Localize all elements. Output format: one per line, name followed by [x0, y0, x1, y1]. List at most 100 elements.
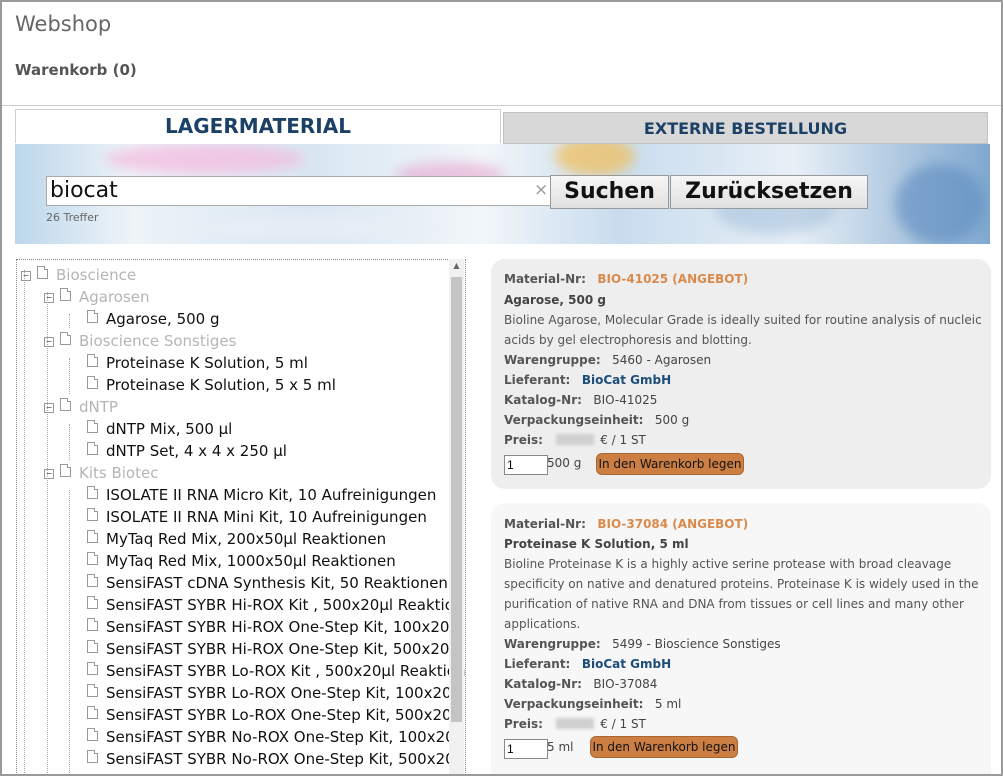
tree-item[interactable]: ISOLATE II RNA Micro Kit, 10 Aufreinigun…: [87, 484, 436, 506]
add-to-cart-button[interactable]: In den Warenkorb legen: [596, 453, 744, 475]
banner-decoration: [555, 144, 635, 176]
document-icon: [87, 552, 98, 565]
tree-item-label: MyTaq Red Mix, 1000x50µl Reaktionen: [106, 552, 396, 570]
quantity-input[interactable]: [504, 739, 548, 759]
tree-item[interactable]: SensiFAST SYBR Lo-ROX One-Step Kit, 500x…: [87, 704, 461, 726]
folder-icon: [60, 398, 71, 411]
collapse-icon[interactable]: −: [44, 402, 54, 413]
folder-icon: [37, 266, 48, 279]
material-nr-value[interactable]: BIO-41025 (ANGEBOT): [597, 272, 748, 286]
quantity-input[interactable]: [504, 455, 548, 475]
tree-item[interactable]: SensiFAST SYBR Hi-ROX One-Step Kit, 500x…: [87, 638, 459, 660]
cart-link[interactable]: Warenkorb (0): [15, 61, 137, 79]
tree-node-bioscience-sonstiges[interactable]: − Bioscience Sonstiges: [44, 330, 236, 352]
tree-node-dntp[interactable]: − dNTP: [44, 396, 118, 418]
material-nr-label: Material-Nr:: [504, 517, 586, 531]
search-input[interactable]: [46, 176, 551, 206]
product-card: Material-Nr: BIO-41025 (ANGEBOT) Agarose…: [491, 259, 991, 489]
description-line: specificity on native and denatured prot…: [504, 577, 979, 591]
collapse-icon[interactable]: −: [44, 468, 54, 479]
tree-item-label: SensiFAST SYBR Hi-ROX Kit , 500x20µl Rea…: [106, 596, 464, 614]
tree-item-label: SensiFAST SYBR Hi-ROX One-Step Kit, 500x…: [106, 640, 459, 658]
reset-button[interactable]: Zurücksetzen: [670, 175, 868, 209]
tree-scrollbar[interactable]: ▲: [449, 259, 464, 774]
warengruppe-label: Warengruppe:: [504, 353, 601, 367]
tree-item-label: ISOLATE II RNA Mini Kit, 10 Aufreinigung…: [106, 508, 427, 526]
banner-decoration: [205, 214, 425, 242]
tree-item[interactable]: ISOLATE II RNA Mini Kit, 10 Aufreinigung…: [87, 506, 427, 528]
document-icon: [87, 596, 98, 609]
tree-item[interactable]: dNTP Set, 4 x 4 x 250 µl: [87, 440, 287, 462]
verpackung-row: Verpackungseinheit: 500 g: [504, 410, 689, 430]
collapse-icon[interactable]: −: [44, 292, 54, 303]
scroll-up-arrow-icon[interactable]: ▲: [449, 259, 464, 273]
warengruppe-row: Warengruppe: 5499 - Bioscience Sonstiges: [504, 634, 781, 654]
tab-lagermaterial[interactable]: LAGERMATERIAL: [15, 109, 501, 143]
lieferant-row: Lieferant: BioCat GmbH: [504, 370, 671, 390]
lieferant-label: Lieferant:: [504, 373, 571, 387]
banner-decoration: [895, 164, 985, 244]
document-icon: [87, 376, 98, 389]
tree-item[interactable]: Proteinase K Solution, 5 ml: [87, 352, 308, 374]
tree-item[interactable]: Agarose, 500 g: [87, 308, 220, 330]
preis-label: Preis:: [504, 717, 543, 731]
document-icon: [87, 310, 98, 323]
document-icon: [87, 728, 98, 741]
tree-item[interactable]: Proteinase K Solution, 5 x 5 ml: [87, 374, 336, 396]
lieferant-value[interactable]: BioCat GmbH: [582, 657, 671, 671]
tree-item-label: Proteinase K Solution, 5 x 5 ml: [106, 376, 336, 394]
tree-guide-line: [47, 292, 48, 774]
katalog-nr-label: Katalog-Nr:: [504, 393, 582, 407]
product-card: Material-Nr: BIO-37084 (ANGEBOT) Protein…: [491, 503, 991, 774]
tree-item[interactable]: SensiFAST SYBR Lo-ROX Kit , 500x20µl Rea…: [87, 660, 466, 682]
tree-node-bioscience[interactable]: − Bioscience: [21, 264, 136, 286]
product-name: Proteinase K Solution, 5 ml: [504, 537, 689, 551]
tree-guide-line: [69, 424, 70, 460]
tree-node-agarosen[interactable]: − Agarosen: [44, 286, 150, 308]
tab-externe-bestellung[interactable]: EXTERNE BESTELLUNG: [503, 112, 988, 144]
collapse-icon[interactable]: −: [21, 270, 31, 281]
katalog-nr-row: Katalog-Nr: BIO-37084: [504, 674, 657, 694]
tree-item[interactable]: SensiFAST SYBR Hi-ROX One-Step Kit, 100x…: [87, 616, 459, 638]
tree-item[interactable]: dNTP Mix, 500 µl: [87, 418, 232, 440]
tree-item-label: dNTP Set, 4 x 4 x 250 µl: [106, 442, 287, 460]
description-line: applications.: [504, 617, 581, 631]
tree-item-label: Agarose, 500 g: [106, 310, 220, 328]
tree-item[interactable]: SensiFAST SYBR Lo-ROX One-Step Kit, 100x…: [87, 682, 461, 704]
tree-item[interactable]: SensiFAST SYBR No-ROX One-Step Kit, 500x…: [87, 748, 464, 770]
warengruppe-value: 5460 - Agarosen: [612, 353, 712, 367]
preis-row: Preis: € / 1 ST: [504, 430, 646, 450]
document-icon: [87, 508, 98, 521]
tree-item-label: MyTaq Red Mix, 200x50µl Reaktionen: [106, 530, 387, 548]
tree-item-label: SensiFAST SYBR Lo-ROX Kit , 500x20µl Rea…: [106, 662, 466, 680]
tree-item-label: SensiFAST SYBR Lo-ROX One-Step Kit, 500x…: [106, 706, 462, 724]
scroll-thumb[interactable]: [451, 277, 462, 722]
tree-node-kits-biotec[interactable]: − Kits Biotec: [44, 462, 158, 484]
document-icon: [87, 750, 98, 763]
product-description: Bioline Proteinase K is a highly active …: [504, 554, 982, 634]
collapse-icon[interactable]: −: [44, 336, 54, 347]
search-button[interactable]: Suchen: [550, 175, 669, 209]
lieferant-label: Lieferant:: [504, 657, 571, 671]
clear-icon[interactable]: ×: [534, 179, 548, 201]
tree-item[interactable]: SensiFAST cDNA Synthesis Kit, 50 Reaktio…: [87, 572, 448, 594]
tree-item-label: SensiFAST cDNA Synthesis Kit, 50 Reaktio…: [106, 574, 448, 592]
material-nr-value[interactable]: BIO-37084 (ANGEBOT): [597, 517, 748, 531]
banner-decoration: [105, 144, 305, 174]
warengruppe-label: Warengruppe:: [504, 637, 601, 651]
category-tree: − Bioscience − Agarosen Agarose, 500 g − Bi…: [16, 259, 466, 774]
tree-item[interactable]: MyTaq Red Mix, 1000x50µl Reaktionen: [87, 550, 396, 572]
document-icon: [87, 354, 98, 367]
header-divider: [2, 105, 1001, 106]
webshop-window: Webshop Warenkorb (0) LAGERMATERIAL EXTE…: [0, 0, 1003, 776]
description-line: Bioline Agarose, Molecular Grade is idea…: [504, 313, 982, 327]
add-to-cart-button[interactable]: In den Warenkorb legen: [590, 736, 738, 758]
product-name: Agarose, 500 g: [504, 293, 606, 307]
tree-item[interactable]: SensiFAST SYBR Hi-ROX Kit , 500x20µl Rea…: [87, 594, 463, 616]
lieferant-value[interactable]: BioCat GmbH: [582, 373, 671, 387]
document-icon: [87, 442, 98, 455]
tree-node-label: Agarosen: [79, 288, 150, 306]
lieferant-row: Lieferant: BioCat GmbH: [504, 654, 671, 674]
tree-item[interactable]: MyTaq Red Mix, 200x50µl Reaktionen: [87, 528, 386, 550]
tree-item[interactable]: SensiFAST SYBR No-ROX One-Step Kit, 100x…: [87, 726, 464, 748]
